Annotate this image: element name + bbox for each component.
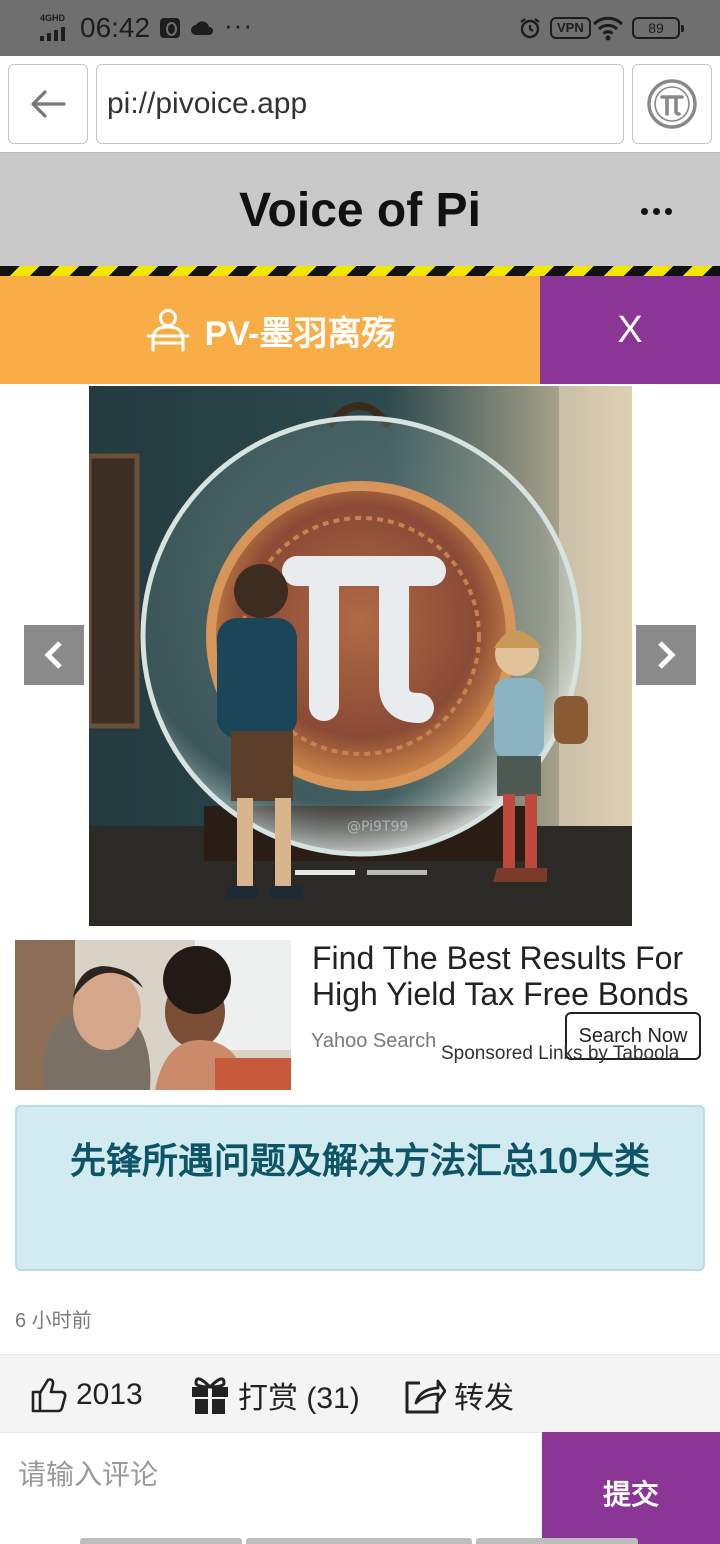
share-icon: [405, 1379, 446, 1414]
ad-headline[interactable]: Find The Best Results For High Yield Tax…: [312, 940, 702, 1012]
article-title[interactable]: 先锋所遇问题及解决方法汇总10大类: [15, 1105, 705, 1271]
like-count: 2013: [76, 1378, 143, 1411]
user-desk-icon: [146, 309, 190, 352]
cell-signal-icon: 4GHD: [38, 13, 72, 41]
browser-toolbar: pi://pivoice.app: [0, 56, 720, 152]
image-carousel: @Pi9T99: [0, 384, 720, 930]
network-type: 4GHD: [40, 13, 66, 23]
action-bar: 2013 打赏 (31) 转发: [0, 1354, 720, 1432]
pi-coin-artwork: @Pi9T99: [89, 386, 632, 926]
like-button[interactable]: 2013: [30, 1373, 143, 1417]
carousel-indicator-1[interactable]: [295, 870, 355, 875]
url-input[interactable]: pi://pivoice.app: [96, 64, 624, 144]
battery-indicator: 89: [632, 17, 684, 39]
share-button[interactable]: 转发: [404, 1373, 514, 1417]
carousel-next-button[interactable]: [636, 625, 696, 685]
tip-button[interactable]: 打赏 (31): [190, 1373, 360, 1417]
gift-icon: [192, 1377, 228, 1414]
status-bar: 4GHD 06:42 ··· VPN 89: [0, 0, 720, 56]
back-arrow-icon: [31, 90, 66, 118]
ellipsis-icon: [640, 207, 648, 215]
submit-comment-button[interactable]: 提交: [542, 1432, 720, 1544]
thumbs-up-icon: [31, 1378, 67, 1413]
sponsored-label[interactable]: Sponsored Links by Taboola: [441, 1043, 679, 1065]
ad-source: Yahoo Search: [311, 1030, 437, 1052]
chevron-right-icon: [658, 641, 676, 669]
app-header: Voice of Pi: [0, 152, 720, 266]
alarm-icon: [520, 18, 540, 39]
page: 4GHD 06:42 ··· VPN 89 pi://pivoice.app V…: [0, 0, 720, 1544]
pi-browser-button[interactable]: [632, 64, 712, 144]
carousel-indicator-2[interactable]: [367, 870, 427, 875]
bottom-scroll-indicator: [80, 1538, 640, 1544]
ad-photo: [15, 940, 291, 1090]
tip-label: 打赏 (31): [238, 1382, 360, 1415]
user-banner[interactable]: PV-墨羽离殇: [0, 276, 540, 384]
carousel-prev-button[interactable]: [24, 625, 84, 685]
user-name: PV-墨羽离殇: [204, 314, 396, 353]
more-notifications-icon: ···: [224, 10, 253, 40]
sponsored-ad[interactable]: Find The Best Results For High Yield Tax…: [15, 940, 705, 1090]
chevron-left-icon: [44, 641, 62, 669]
vpn-badge: VPN: [550, 17, 591, 39]
status-time: 06:42: [80, 12, 151, 43]
carousel-indicators: [295, 870, 427, 875]
ad-thumbnail[interactable]: [15, 940, 291, 1090]
back-button[interactable]: [8, 64, 88, 144]
comment-input[interactable]: 请输入评论: [0, 1432, 542, 1544]
wifi-icon: [592, 16, 624, 41]
image-watermark: @Pi9T99: [347, 819, 408, 835]
close-banner-button[interactable]: X: [540, 276, 720, 384]
share-label: 转发: [454, 1382, 514, 1415]
hazard-stripe-divider: [0, 266, 720, 276]
more-menu-button[interactable]: [630, 191, 682, 231]
pi-logo-icon: [647, 79, 697, 129]
cloud-icon: [191, 21, 213, 35]
post-time: 6 小时前: [15, 1310, 92, 1332]
tiktok-notification-icon: [160, 18, 180, 38]
carousel-image[interactable]: @Pi9T99: [89, 386, 632, 926]
page-title: Voice of Pi: [239, 184, 481, 237]
